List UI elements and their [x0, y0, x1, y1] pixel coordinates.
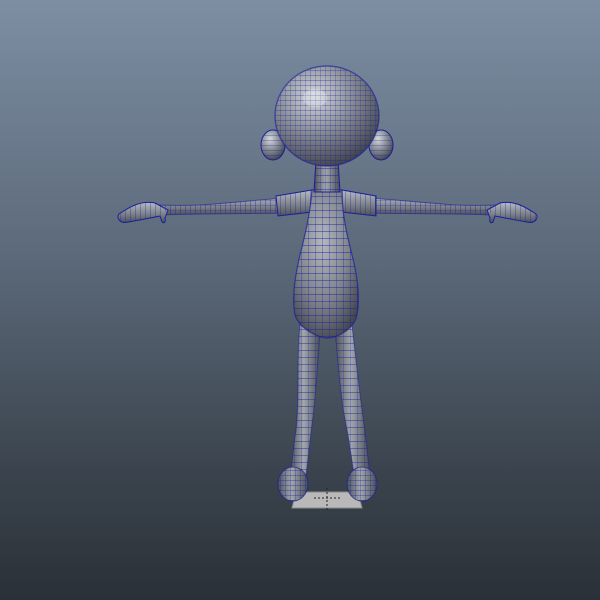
- left-sleeve[interactable]: [275, 189, 313, 217]
- character-model-scene[interactable]: [0, 0, 600, 600]
- left-hand[interactable]: [117, 201, 169, 224]
- right-foot[interactable]: [346, 466, 378, 502]
- right-leg[interactable]: [334, 324, 371, 476]
- 3d-viewport[interactable]: [0, 0, 600, 600]
- right-sleeve[interactable]: [341, 189, 377, 217]
- left-foot[interactable]: [277, 466, 309, 502]
- left-leg[interactable]: [289, 324, 321, 476]
- head[interactable]: [274, 65, 380, 167]
- right-hand[interactable]: [486, 201, 538, 224]
